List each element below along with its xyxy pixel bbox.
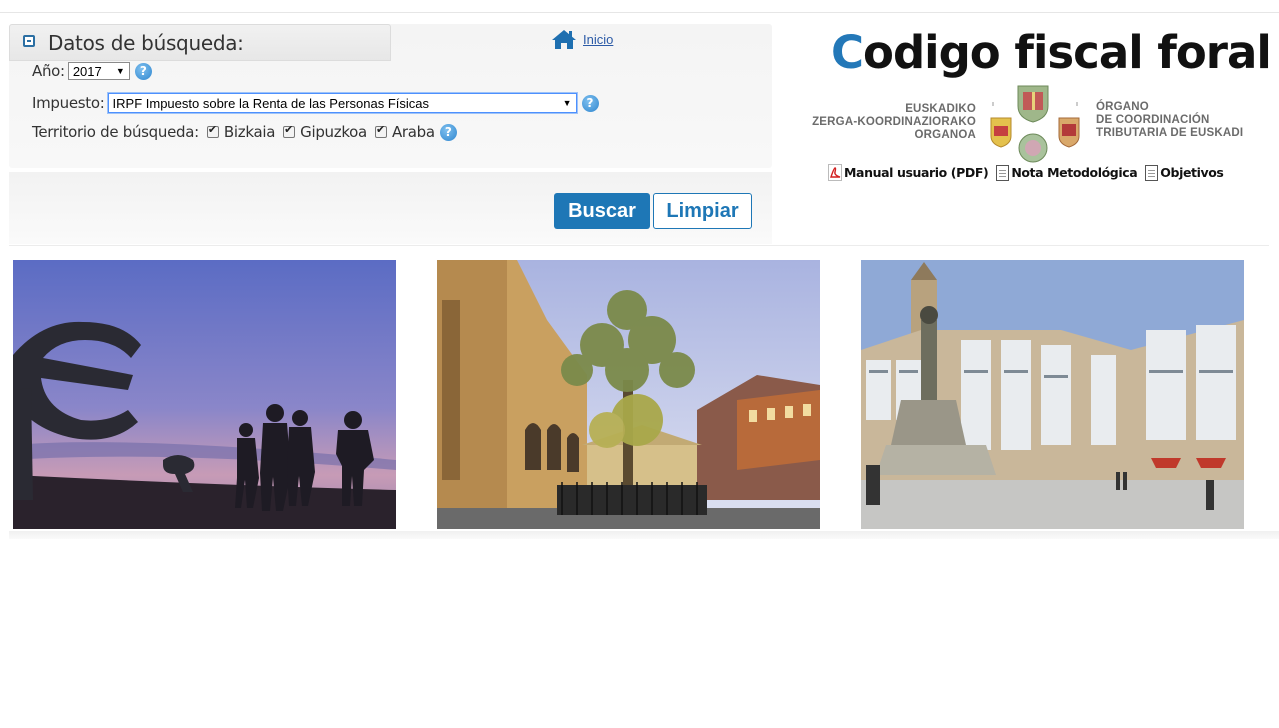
photo-plaza-virgen-blanca: [861, 260, 1244, 529]
territory-option-label: Bizkaia: [223, 123, 276, 141]
header-divider: [9, 245, 1269, 246]
search-panel-title: Datos de búsqueda:: [48, 31, 244, 55]
collapse-icon[interactable]: [23, 35, 35, 47]
tax-label: Impuesto:: [32, 94, 105, 112]
tax-row: Impuesto: IRPF Impuesto sobre la Renta d…: [32, 93, 599, 113]
tax-help-icon[interactable]: ?: [581, 94, 599, 112]
top-divider: [0, 12, 1279, 13]
checkbox-checked-icon[interactable]: [374, 123, 387, 138]
tax-select-value: IRPF Impuesto sobre la Renta de las Pers…: [112, 95, 430, 111]
home-icon: [552, 30, 576, 49]
document-icon: [996, 164, 1010, 181]
territory-row: Territorio de búsqueda: Bizkaia Gipuzkoa…: [32, 123, 457, 141]
year-label: Año:: [32, 62, 65, 80]
year-help-icon[interactable]: ?: [134, 62, 152, 80]
org-name-basque: EUSKADIKO ZERGA-KOORDINAZIORAKO ORGANOA: [812, 103, 976, 141]
manual-pdf-link[interactable]: Manual usuario (PDF): [828, 164, 989, 181]
photo-peine-del-viento: [13, 260, 396, 529]
header-links: Manual usuario (PDF) Nota Metodológica O…: [828, 164, 1231, 181]
photo-arbol-de-gernika: [437, 260, 820, 529]
territory-checkbox-bizkaia[interactable]: Bizkaia: [206, 123, 276, 141]
dropdown-arrow-icon: ▼: [562, 98, 572, 108]
search-panel-header[interactable]: Datos de búsqueda:: [9, 24, 391, 61]
checkbox-checked-icon[interactable]: [283, 123, 296, 138]
territory-help-icon[interactable]: ?: [439, 123, 457, 141]
home-link-label[interactable]: Inicio: [583, 32, 613, 47]
year-row: Año: 2017 ▼ ?: [32, 62, 152, 80]
gallery-bottom-strip: [9, 531, 1279, 539]
territory-label: Territorio de búsqueda:: [32, 123, 199, 141]
year-select[interactable]: 2017 ▼: [67, 62, 130, 80]
pdf-icon: [828, 164, 842, 181]
clear-button[interactable]: Limpiar: [653, 193, 752, 229]
document-icon: [1145, 164, 1159, 181]
territory-option-label: Gipuzkoa: [300, 123, 367, 141]
objetivos-link[interactable]: Objetivos: [1145, 164, 1224, 181]
home-link[interactable]: Inicio: [551, 29, 613, 50]
org-name-spanish: ÓRGANO DE COORDINACIÓN TRIBUTARIA DE EUS…: [1096, 101, 1244, 139]
territory-checkbox-araba[interactable]: Araba: [374, 123, 435, 141]
checkbox-checked-icon[interactable]: [206, 123, 219, 138]
nota-metodologica-link[interactable]: Nota Metodológica: [996, 164, 1138, 181]
search-panel: Datos de búsqueda: Inicio Año: 2017 ▼ ? …: [9, 24, 772, 244]
tax-select[interactable]: IRPF Impuesto sobre la Renta de las Pers…: [107, 93, 577, 113]
coat-of-arms-logo: [990, 85, 1080, 163]
site-title: Codigo fiscal foral: [831, 26, 1272, 79]
territory-checkbox-gipuzkoa[interactable]: Gipuzkoa: [283, 123, 367, 141]
search-button[interactable]: Buscar: [554, 193, 650, 229]
actions-bar: Buscar Limpiar: [9, 172, 772, 244]
dropdown-arrow-icon: ▼: [115, 66, 125, 76]
territory-option-label: Araba: [391, 123, 435, 141]
year-select-value: 2017: [72, 63, 102, 79]
